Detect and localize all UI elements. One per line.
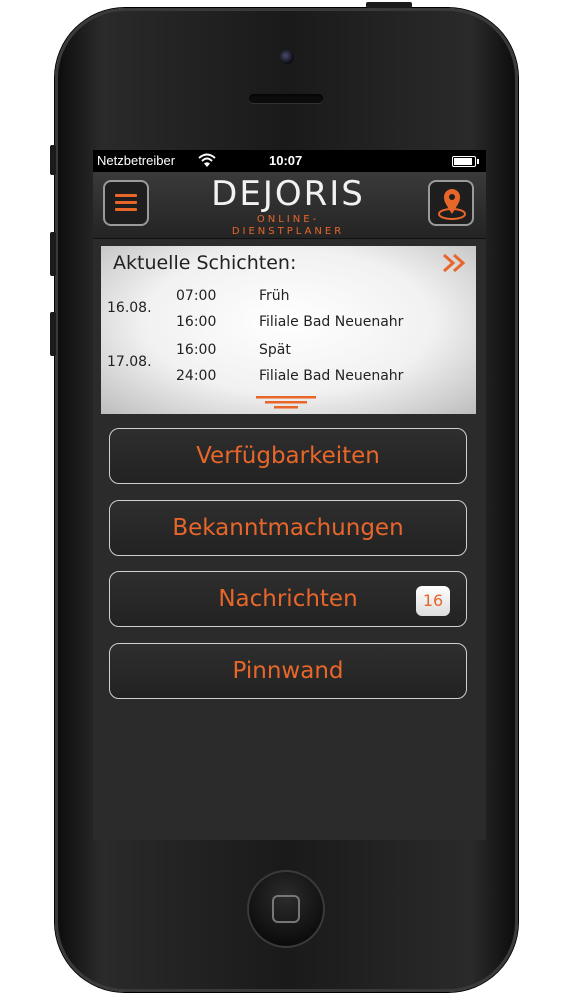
announcements-label: Bekanntmachungen	[172, 515, 404, 541]
availability-label: Verfügbarkeiten	[196, 443, 380, 469]
status-bar: Netzbetreiber 10:07	[93, 150, 486, 172]
announcements-button[interactable]: Bekanntmachungen	[109, 500, 467, 556]
battery-icon	[452, 156, 479, 167]
home-button[interactable]	[247, 870, 325, 948]
carrier-name: Netzbetreiber	[97, 153, 176, 168]
pinboard-button[interactable]: Pinnwand	[109, 643, 467, 699]
shift-type: Spät	[259, 342, 291, 358]
shift-location: Filiale Bad Neuenahr	[259, 368, 404, 384]
location-button[interactable]	[428, 180, 474, 226]
shift-start-time: 16:00	[176, 342, 217, 358]
shift-date: 17.08.	[107, 354, 152, 370]
logo-wordmark: DEJORIS	[211, 174, 365, 214]
pinboard-label: Pinnwand	[232, 658, 344, 684]
current-shifts-panel[interactable]: Aktuelle Schichten: 16.08. 07:00 16:00 F…	[101, 246, 476, 414]
wifi-icon	[198, 153, 216, 167]
shift-location: Filiale Bad Neuenahr	[259, 314, 404, 330]
shift-type: Früh	[259, 288, 290, 304]
front-camera	[280, 50, 294, 64]
shift-date: 16.08.	[107, 300, 152, 316]
messages-label: Nachrichten	[218, 586, 358, 612]
menu-button[interactable]	[103, 180, 149, 226]
app-logo: DEJORIS ONLINE-DIENSTPLANER	[203, 174, 373, 237]
shifts-title: Aktuelle Schichten:	[113, 252, 297, 274]
volume-down-button[interactable]	[50, 312, 56, 356]
status-time: 10:07	[269, 153, 303, 168]
home-square-icon	[272, 895, 300, 923]
double-chevron-right-icon[interactable]	[442, 252, 466, 274]
expand-grip-icon[interactable]	[256, 394, 316, 410]
availability-button[interactable]: Verfügbarkeiten	[109, 428, 467, 484]
messages-button[interactable]: Nachrichten 16	[109, 571, 467, 627]
shift-end-time: 24:00	[176, 368, 217, 384]
volume-up-button[interactable]	[50, 232, 56, 276]
unread-count-badge: 16	[416, 586, 450, 616]
power-button[interactable]	[366, 2, 412, 8]
shift-end-time: 16:00	[176, 314, 217, 330]
phone-screen: Netzbetreiber 10:07 DEJORIS ONLINE-DIENS…	[93, 150, 486, 840]
map-pin-icon	[438, 189, 466, 220]
logo-tagline: ONLINE-DIENSTPLANER	[231, 214, 345, 237]
hamburger-menu-icon	[115, 194, 137, 212]
navigation-bar: DEJORIS ONLINE-DIENSTPLANER	[93, 172, 486, 239]
mute-switch[interactable]	[50, 145, 56, 175]
earpiece-speaker	[249, 94, 323, 103]
shift-start-time: 07:00	[176, 288, 217, 304]
